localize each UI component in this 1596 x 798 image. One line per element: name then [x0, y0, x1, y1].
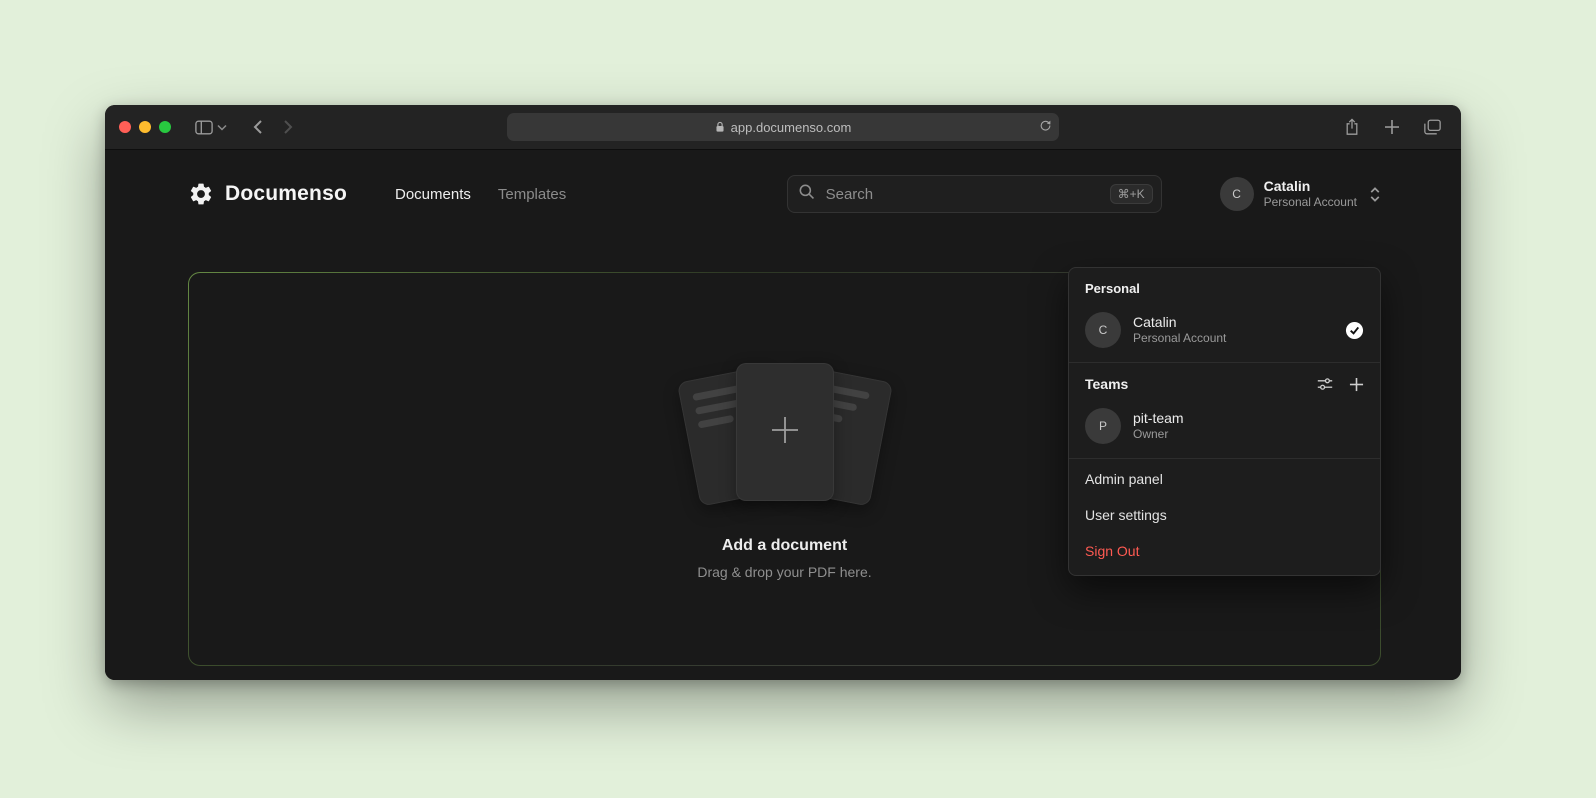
menu-divider	[1069, 362, 1380, 363]
teams-header: Teams	[1069, 365, 1380, 400]
nav-documents[interactable]: Documents	[395, 186, 471, 203]
dropzone-title: Add a document	[722, 537, 847, 555]
account-avatar: C	[1220, 177, 1254, 211]
account-type: Personal Account	[1264, 195, 1357, 210]
menu-heading-personal: Personal	[1069, 268, 1380, 304]
tabs-icon	[1424, 119, 1441, 135]
teams-actions	[1317, 376, 1364, 392]
team-preferences-button[interactable]	[1317, 376, 1333, 392]
menu-item-team[interactable]: P pit-team Owner	[1069, 400, 1380, 456]
search-input[interactable]	[787, 175, 1162, 213]
selected-check-icon	[1345, 321, 1364, 340]
address-bar[interactable]: app.documenso.com	[507, 113, 1059, 141]
titlebar-right-buttons	[1337, 114, 1447, 140]
chevron-up-down-icon	[1369, 186, 1381, 203]
add-team-button[interactable]	[1349, 377, 1364, 392]
menu-divider	[1069, 458, 1380, 459]
sidebar-menu-chevron[interactable]	[215, 114, 229, 140]
traffic-lights	[119, 121, 171, 133]
account-menu-trigger[interactable]: C Catalin Personal Account	[1220, 177, 1381, 211]
lock-icon	[715, 121, 725, 133]
reload-button[interactable]	[1039, 119, 1052, 135]
personal-name: Catalin	[1133, 313, 1333, 331]
personal-subtitle: Personal Account	[1133, 331, 1333, 347]
team-name: pit-team	[1133, 409, 1364, 427]
tab-overview-button[interactable]	[1417, 114, 1447, 140]
app-header: Documenso Documents Templates ⌘+K C Cata…	[188, 150, 1381, 238]
user-menu: Personal C Catalin Personal Account Team…	[1068, 267, 1381, 576]
plus-icon	[1384, 119, 1400, 135]
main-nav: Documents Templates	[395, 186, 566, 203]
menu-heading-teams: Teams	[1085, 376, 1128, 392]
share-icon	[1344, 118, 1360, 136]
zoom-window-button[interactable]	[159, 121, 171, 133]
forward-button[interactable]	[273, 114, 303, 140]
documenso-logo-icon	[188, 181, 214, 207]
menu-item-personal-account[interactable]: C Catalin Personal Account	[1069, 304, 1380, 360]
back-button[interactable]	[243, 114, 273, 140]
document-cards-illustration	[670, 358, 900, 513]
url-text: app.documenso.com	[731, 120, 852, 135]
close-window-button[interactable]	[119, 121, 131, 133]
chevron-left-icon	[253, 119, 263, 135]
team-role: Owner	[1133, 427, 1364, 443]
documenso-page: Documenso Documents Templates ⌘+K C Cata…	[105, 150, 1461, 680]
browser-window: app.documenso.com	[105, 105, 1461, 680]
account-name: Catalin	[1264, 178, 1357, 196]
personal-texts: Catalin Personal Account	[1133, 313, 1333, 347]
menu-item-user-settings[interactable]: User settings	[1069, 497, 1380, 533]
dropzone-subtitle: Drag & drop your PDF here.	[697, 564, 871, 580]
account-texts: Catalin Personal Account	[1264, 178, 1357, 211]
reload-icon	[1039, 119, 1052, 132]
menu-item-admin-panel[interactable]: Admin panel	[1069, 461, 1380, 497]
chevron-right-icon	[283, 119, 293, 135]
team-texts: pit-team Owner	[1133, 409, 1364, 443]
minimize-window-button[interactable]	[139, 121, 151, 133]
team-avatar: P	[1085, 408, 1121, 444]
personal-avatar: C	[1085, 312, 1121, 348]
sidebar-icon	[195, 120, 213, 135]
search-box: ⌘+K	[787, 175, 1162, 213]
brand[interactable]: Documenso	[188, 181, 347, 207]
brand-name: Documenso	[225, 182, 347, 206]
search-icon	[798, 183, 815, 205]
chevron-down-icon	[217, 124, 227, 131]
share-button[interactable]	[1337, 114, 1367, 140]
search-shortcut-badge: ⌘+K	[1110, 184, 1153, 204]
new-tab-button[interactable]	[1377, 114, 1407, 140]
nav-templates[interactable]: Templates	[498, 186, 566, 203]
document-card-center	[736, 363, 834, 501]
browser-titlebar: app.documenso.com	[105, 105, 1461, 150]
menu-item-sign-out[interactable]: Sign Out	[1069, 533, 1380, 569]
add-plus-icon	[769, 414, 801, 451]
